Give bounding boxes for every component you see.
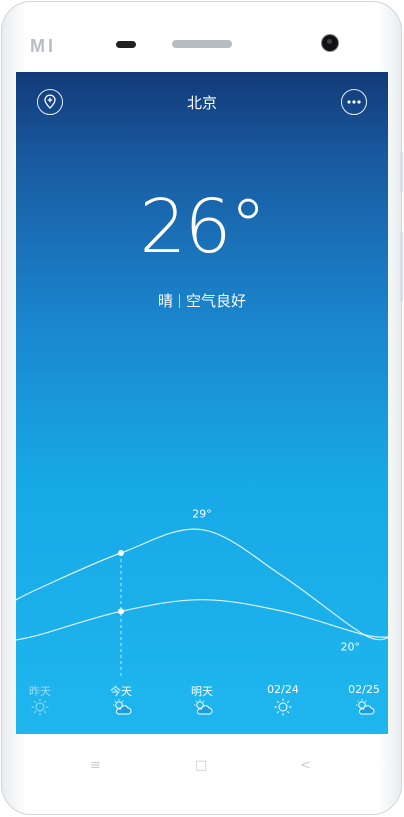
today-high-point bbox=[118, 550, 124, 556]
partly-cloudy-icon bbox=[110, 698, 132, 716]
back-key[interactable]: < bbox=[300, 758, 311, 773]
forecast-day-label[interactable]: 02/24 bbox=[253, 683, 313, 696]
home-key[interactable]: □ bbox=[195, 758, 207, 773]
sun-icon bbox=[29, 698, 51, 716]
forecast-day-label[interactable]: 明天 bbox=[172, 683, 232, 699]
navigation-keys: ≡ □ < bbox=[0, 752, 404, 782]
brand-logo: MI bbox=[30, 36, 56, 56]
temperature-annotation: 29° bbox=[192, 508, 212, 521]
power-button bbox=[400, 232, 403, 302]
forecast-day-label[interactable]: 今天 bbox=[91, 683, 151, 699]
temperature-chart: 29° 20° bbox=[16, 508, 388, 676]
partly-cloudy-icon bbox=[191, 698, 213, 716]
front-camera bbox=[322, 35, 338, 51]
temperature-annotation: 20° bbox=[341, 641, 361, 654]
sun-icon bbox=[272, 698, 294, 716]
partly-cloudy-icon bbox=[353, 698, 375, 716]
today-low-point bbox=[118, 608, 124, 615]
forecast-day-label[interactable]: 02/25 bbox=[334, 683, 388, 696]
forecast-day-label[interactable]: 昨天 bbox=[16, 683, 70, 699]
temperature-line-low bbox=[16, 599, 388, 641]
proximity-sensor bbox=[116, 41, 136, 48]
weather-screen: 北京 26° 晴空气良好 29° 20° 昨天 今天 明天 02/24 02/25 bbox=[16, 72, 388, 734]
earpiece-speaker bbox=[172, 40, 232, 48]
volume-button bbox=[400, 152, 403, 192]
menu-key[interactable]: ≡ bbox=[90, 758, 101, 773]
temperature-line-high bbox=[16, 528, 388, 641]
